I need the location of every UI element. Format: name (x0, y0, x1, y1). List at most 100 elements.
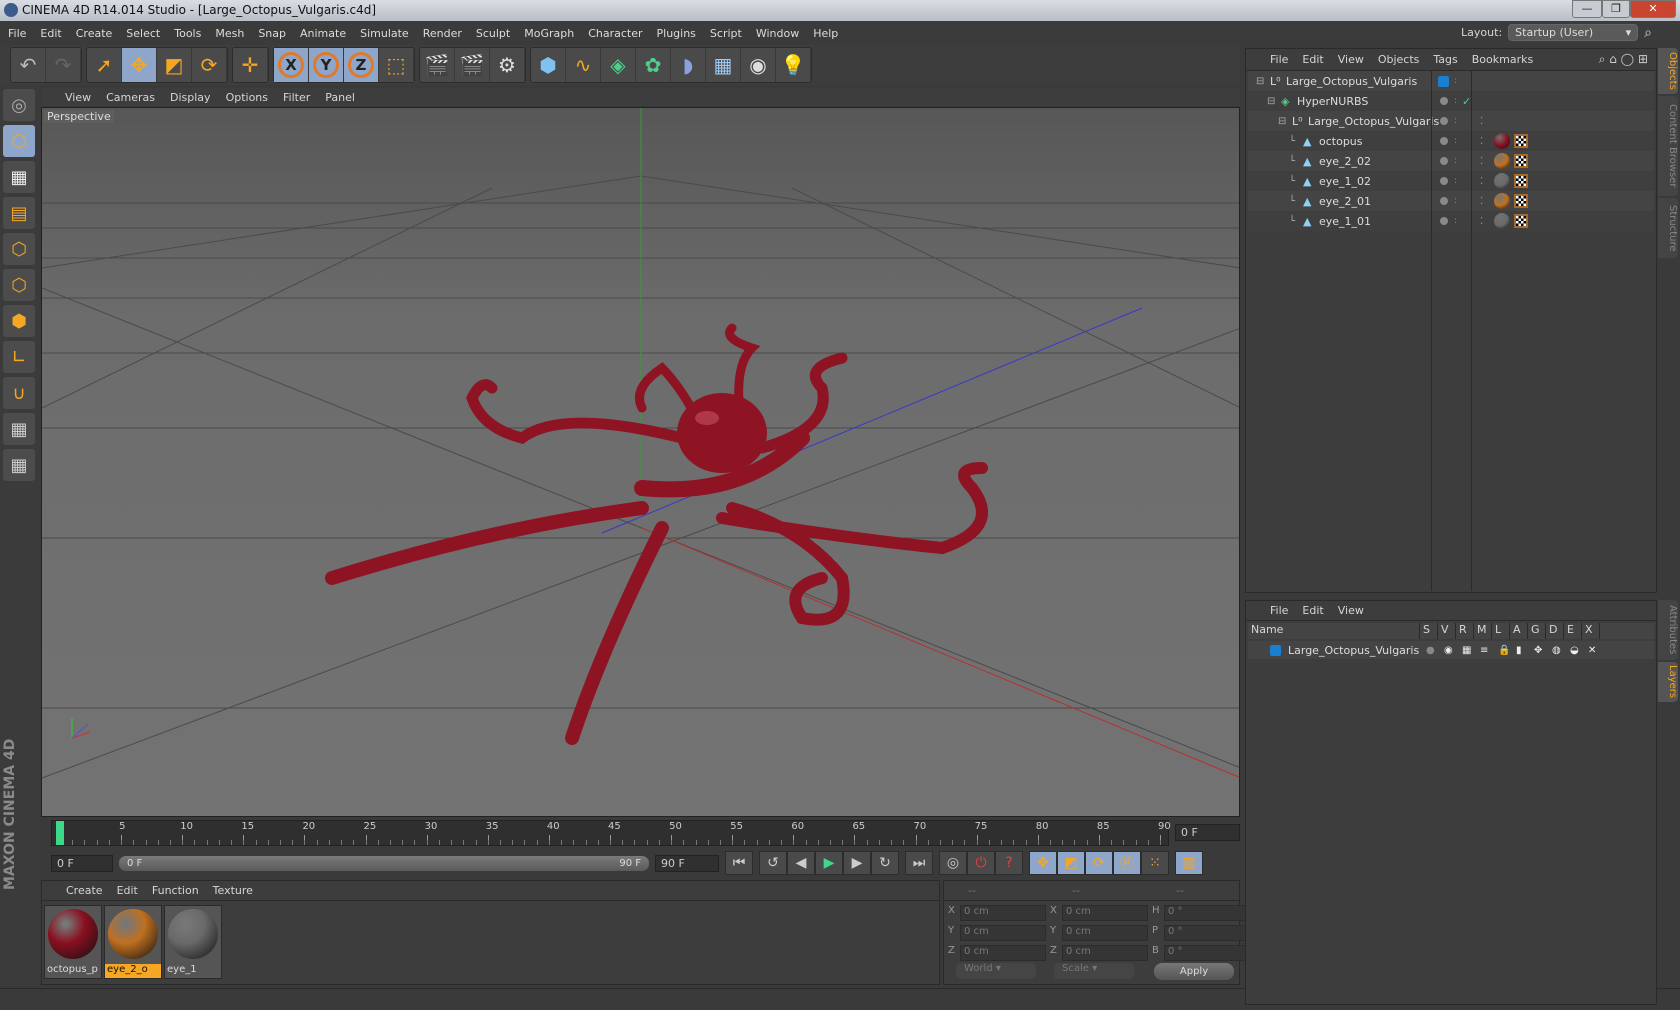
menu-character[interactable]: Character (588, 27, 642, 40)
search-icon[interactable]: ⌕ (1599, 52, 1606, 66)
transform-mode-dropdown[interactable]: Scale ▾ (1054, 963, 1134, 979)
object-row[interactable]: ⊟ L⁰ Large_Octopus_Vulgaris: ⁚ (1248, 111, 1654, 131)
menu-edit[interactable]: Edit (1302, 604, 1323, 617)
phong-tag-icon[interactable]: ⁚ (1480, 196, 1483, 207)
editor-visibility-dot[interactable] (1440, 217, 1448, 225)
render-picture-viewer-icon[interactable]: 🎬 (455, 48, 490, 82)
editor-visibility-dot[interactable] (1440, 117, 1448, 125)
render-visibility-dots[interactable]: : (1454, 77, 1457, 86)
maximize-button[interactable]: ❐ (1602, 0, 1630, 18)
select-tool-icon[interactable]: ➚ (87, 48, 122, 82)
key-position-icon[interactable]: ✥ (1029, 851, 1057, 875)
layer-column-r[interactable]: R (1456, 623, 1474, 639)
key-rotation-icon[interactable]: ⟳ (1085, 851, 1113, 875)
object-name[interactable]: HyperNURBS (1297, 95, 1368, 108)
coordinate-mode-dropdown[interactable]: World ▾ (956, 963, 1036, 979)
menu-simulate[interactable]: Simulate (360, 27, 409, 40)
phong-tag-icon[interactable]: ⁚ (1480, 136, 1483, 147)
menu-display[interactable]: Display (170, 91, 211, 104)
menu-file[interactable]: File (1270, 604, 1288, 617)
polygons-mode-icon[interactable]: ⬢ (3, 305, 35, 337)
render-visibility-dots[interactable]: : (1454, 157, 1457, 166)
material-tag-icon[interactable] (1494, 213, 1510, 229)
generators-icon[interactable]: ✥ (1534, 645, 1542, 656)
menu-file[interactable]: File (1270, 53, 1288, 66)
layer-column-e[interactable]: E (1564, 623, 1582, 639)
layer-column-g[interactable]: G (1528, 623, 1546, 639)
render-visibility-dots[interactable]: : (1454, 197, 1457, 206)
object-name[interactable]: octopus (1319, 135, 1363, 148)
menu-plugins[interactable]: Plugins (657, 27, 696, 40)
previous-key-icon[interactable]: ↺ (759, 851, 787, 875)
menu-render[interactable]: Render (423, 27, 462, 40)
layer-column-l[interactable]: L (1492, 623, 1510, 639)
menu-edit[interactable]: Edit (1302, 53, 1323, 66)
tab-structure[interactable]: Structure (1658, 198, 1678, 258)
object-row[interactable]: └ ▲ eye_1_01: ⁚ (1248, 211, 1654, 231)
phong-tag-icon[interactable]: ⁚ (1480, 116, 1483, 127)
workplane-snap-icon[interactable]: ▦ (3, 449, 35, 481)
z-axis-icon[interactable]: Z (344, 48, 379, 82)
menu-edit[interactable]: Edit (40, 27, 61, 40)
edges-mode-icon[interactable]: ⬡ (3, 269, 35, 301)
new-window-icon[interactable]: ⊞ (1638, 52, 1648, 66)
collapse-icon[interactable]: ⊟ (1267, 96, 1275, 107)
material-tag-icon[interactable] (1494, 153, 1510, 169)
phong-tag-icon[interactable]: ⁚ (1480, 176, 1483, 187)
object-row[interactable]: └ ▲ octopus: ⁚ (1248, 131, 1654, 151)
tab-layers[interactable]: Layers (1658, 662, 1678, 702)
menu-view[interactable]: View (65, 91, 91, 104)
key-pla-icon[interactable]: ⁙ (1141, 851, 1169, 875)
object-name[interactable]: Large_Octopus_Vulgaris (1286, 75, 1417, 88)
start-frame-field[interactable]: 0 F (51, 854, 113, 872)
menu-create[interactable]: Create (76, 27, 113, 40)
home-icon[interactable]: ⌂ (1609, 52, 1617, 66)
menu-animate[interactable]: Animate (300, 27, 346, 40)
coord-field[interactable]: 0 cm (960, 925, 1046, 941)
material-swatch[interactable]: eye_2_o (104, 905, 162, 979)
uvw-tag-icon[interactable] (1514, 214, 1528, 228)
object-name[interactable]: eye_1_02 (1319, 175, 1371, 188)
menu-texture[interactable]: Texture (213, 884, 253, 897)
lock-icon[interactable]: 🔒 (1498, 645, 1510, 656)
material-swatch[interactable]: octopus_p (44, 905, 102, 979)
material-tag-icon[interactable] (1494, 173, 1510, 189)
redo-icon[interactable]: ↷ (46, 48, 81, 82)
key-parameter-icon[interactable]: Ⓟ (1113, 851, 1141, 875)
layer-row[interactable]: Large_Octopus_Vulgaris ● ◉ ▦ ≡ 🔒 ▮ ✥ ◍ ◒ ✕ (1248, 641, 1654, 659)
layer-column-x[interactable]: X (1582, 623, 1600, 639)
coord-field[interactable]: 0 cm (1062, 945, 1148, 961)
eye-icon[interactable]: ◯ (1621, 52, 1634, 66)
material-tag-icon[interactable] (1494, 193, 1510, 209)
previous-frame-icon[interactable]: ◀ (787, 851, 815, 875)
menu-select[interactable]: Select (126, 27, 160, 40)
coord-field[interactable]: 0 ° (1164, 925, 1250, 941)
layer-column-s[interactable]: S (1420, 623, 1438, 639)
menu-view[interactable]: View (1338, 604, 1364, 617)
next-frame-icon[interactable]: ▶ (843, 851, 871, 875)
menu-script[interactable]: Script (710, 27, 742, 40)
close-button[interactable]: ✕ (1630, 0, 1676, 18)
keyframe-selection-icon[interactable]: ? (995, 851, 1023, 875)
deformer-icon[interactable]: ◗ (671, 48, 706, 82)
coord-field[interactable]: 0 ° (1164, 945, 1250, 961)
render-visibility-dots[interactable]: : (1454, 137, 1457, 146)
timeline-window-icon[interactable]: ▥ (1175, 851, 1203, 875)
end-frame-field[interactable]: 90 F (655, 854, 719, 872)
menu-view[interactable]: View (1338, 53, 1364, 66)
cube-icon[interactable]: ⬢ (531, 48, 566, 82)
menu-edit[interactable]: Edit (117, 884, 138, 897)
menu-window[interactable]: Window (756, 27, 799, 40)
viewport-perspective[interactable]: Perspective (41, 107, 1240, 817)
coord-field[interactable]: 0 cm (960, 905, 1046, 921)
material-swatch[interactable]: eye_1 (164, 905, 222, 979)
layer-column-d[interactable]: D (1546, 623, 1564, 639)
visible-icon[interactable]: ◉ (1444, 645, 1453, 656)
playhead[interactable] (56, 821, 64, 845)
manager-icon[interactable]: ≡ (1480, 645, 1488, 656)
layer-column-name[interactable]: Name (1248, 623, 1420, 639)
render-visibility-dots[interactable]: : (1454, 117, 1457, 126)
workplane-lock-icon[interactable]: ▦ (3, 413, 35, 445)
uvw-tag-icon[interactable] (1514, 154, 1528, 168)
menu-options[interactable]: Options (226, 91, 268, 104)
